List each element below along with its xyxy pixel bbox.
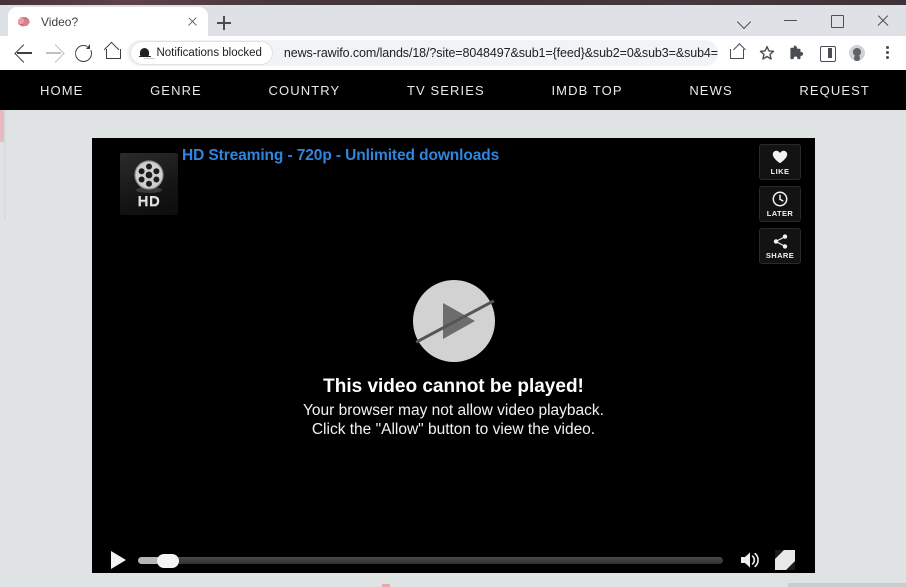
page-bottom-right-bar bbox=[788, 583, 906, 587]
close-tab-icon[interactable] bbox=[184, 14, 200, 30]
reload-icon[interactable] bbox=[67, 37, 92, 69]
share-icon[interactable] bbox=[722, 38, 752, 68]
player-side-buttons: LIKE LATER SHARE bbox=[759, 144, 801, 270]
page-bottom-edge bbox=[0, 573, 906, 587]
share-button[interactable]: SHARE bbox=[759, 228, 801, 264]
video-thumbnail: HD HD bbox=[120, 153, 178, 215]
nav-item-request[interactable]: REQUEST bbox=[799, 83, 870, 98]
nav-item-tv-series[interactable]: TV SERIES bbox=[407, 83, 485, 98]
play-button[interactable] bbox=[111, 551, 126, 569]
tab-title: Video? bbox=[41, 14, 79, 29]
like-button-label: LIKE bbox=[770, 167, 790, 176]
later-button-label: LATER bbox=[766, 209, 794, 218]
later-button[interactable]: LATER bbox=[759, 186, 801, 222]
bell-blocked-icon bbox=[138, 47, 151, 60]
progress-track bbox=[138, 557, 723, 564]
nav-item-news[interactable]: NEWS bbox=[689, 83, 732, 98]
maximize-icon[interactable] bbox=[814, 5, 860, 36]
minimize-icon[interactable] bbox=[768, 5, 814, 36]
disabled-play-icon bbox=[412, 280, 495, 362]
page-content: HOME GENRE COUNTRY TV SERIES IMDB TOP NE… bbox=[0, 70, 906, 587]
progress-bar[interactable] bbox=[138, 554, 723, 568]
browser-window: Video? Notifications blocked news-rawifo… bbox=[0, 0, 906, 587]
error-line-3: Click the "Allow" button to view the vid… bbox=[311, 421, 596, 438]
nav-item-country[interactable]: COUNTRY bbox=[269, 83, 341, 98]
tab-search-icon[interactable] bbox=[722, 5, 768, 36]
thumbnail-hd-reflection: HD bbox=[137, 195, 161, 206]
permission-chip-label: Notifications blocked bbox=[156, 47, 262, 59]
share-button-label: SHARE bbox=[765, 251, 795, 260]
browser-tab[interactable]: Video? bbox=[8, 7, 208, 36]
share-nodes-icon bbox=[772, 232, 789, 250]
like-button[interactable]: LIKE bbox=[759, 144, 801, 180]
volume-button[interactable] bbox=[739, 550, 763, 570]
progress-handle[interactable] bbox=[156, 554, 179, 568]
error-heading: This video cannot be played! bbox=[323, 376, 584, 397]
page-left-stripe-secondary bbox=[4, 110, 6, 220]
video-player: HD HD HD Streaming - 720p - Unlimited do… bbox=[92, 138, 815, 581]
player-header: HD HD HD Streaming - 720p - Unlimited do… bbox=[92, 138, 815, 264]
back-icon[interactable] bbox=[8, 37, 33, 69]
error-line-2: Your browser may not allow video playbac… bbox=[303, 402, 604, 419]
window-controls bbox=[722, 5, 906, 36]
new-tab-button[interactable] bbox=[213, 12, 235, 34]
clock-icon bbox=[772, 190, 788, 208]
extensions-puzzle-icon[interactable] bbox=[782, 38, 812, 68]
browser-toolbar: Notifications blocked news-rawifo.com/la… bbox=[0, 36, 906, 70]
notifications-blocked-chip[interactable]: Notifications blocked bbox=[131, 42, 272, 64]
bookmark-star-icon[interactable] bbox=[752, 38, 782, 68]
three-dot-menu-icon[interactable] bbox=[872, 38, 902, 68]
nav-item-imdb-top[interactable]: IMDB TOP bbox=[551, 83, 622, 98]
toolbar-actions bbox=[722, 38, 902, 68]
nav-item-genre[interactable]: GENRE bbox=[150, 83, 202, 98]
profile-avatar-icon[interactable] bbox=[842, 38, 872, 68]
close-window-icon[interactable] bbox=[860, 5, 906, 36]
browser-chrome: Video? bbox=[0, 0, 906, 36]
play-strikethrough bbox=[414, 299, 495, 344]
site-navigation: HOME GENRE COUNTRY TV SERIES IMDB TOP NE… bbox=[0, 70, 906, 110]
url-text[interactable]: news-rawifo.com/lands/18/?site=8048497&s… bbox=[284, 46, 718, 60]
tab-favicon-icon bbox=[16, 14, 32, 30]
side-panel-icon[interactable] bbox=[812, 38, 842, 68]
home-icon[interactable] bbox=[97, 37, 122, 69]
hd-streaming-link[interactable]: HD Streaming - 720p - Unlimited download… bbox=[182, 147, 499, 165]
film-reel-icon bbox=[134, 160, 164, 193]
heart-icon bbox=[772, 148, 788, 166]
fullscreen-button[interactable] bbox=[775, 550, 795, 570]
forward-icon bbox=[38, 37, 63, 69]
nav-item-home[interactable]: HOME bbox=[40, 83, 83, 98]
play-triangle bbox=[442, 303, 475, 339]
address-bar[interactable]: Notifications blocked news-rawifo.com/la… bbox=[127, 40, 718, 66]
